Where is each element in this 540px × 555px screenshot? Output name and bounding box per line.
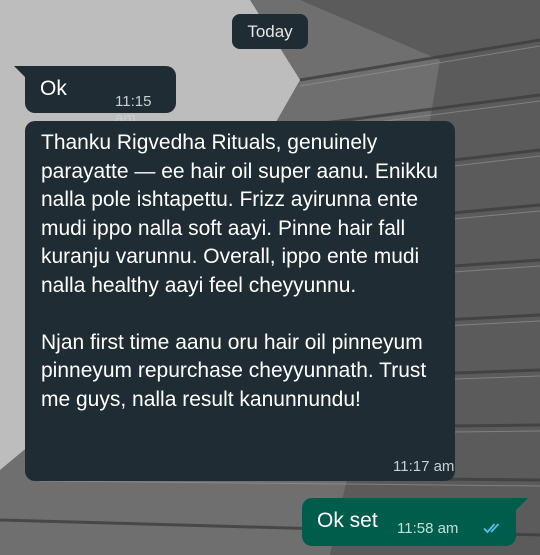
message-time: 11:58 am — [397, 520, 459, 537]
message-text: Thanku Rigvedha Rituals, genuinely paray… — [41, 131, 438, 411]
message-incoming[interactable]: Thanku Rigvedha Rituals, genuinely paray… — [25, 121, 455, 481]
double-check-read-icon — [483, 523, 500, 534]
bubble-tail — [516, 498, 528, 510]
message-incoming[interactable]: Ok 11:15 am — [25, 66, 176, 127]
message-time: 11:17 am — [393, 458, 455, 475]
date-chip: Today — [232, 14, 308, 49]
message-text: Ok — [40, 77, 67, 100]
message-text: Ok set — [317, 509, 378, 532]
message-outgoing[interactable]: Ok set 11:58 am — [302, 498, 516, 546]
